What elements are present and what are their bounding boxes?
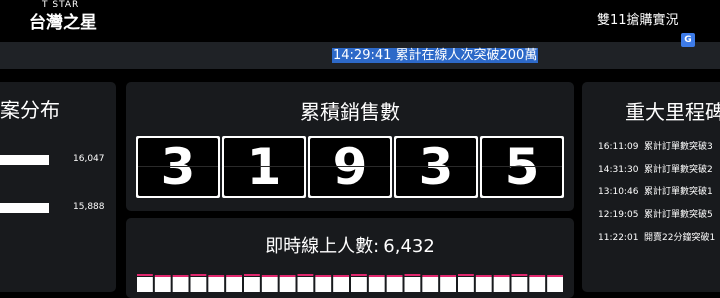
online-chart-bar-top [154,275,171,277]
milestone-text: 累計訂單數突破1 [644,187,713,197]
online-chart-bar-top [333,275,349,277]
counter-digit: 9 [308,136,392,198]
online-users-value: 6,432 [383,236,435,257]
online-users-chart [137,274,563,292]
milestone-text: 累計訂單數突破5 [644,210,713,220]
distribution-value: 15,888 [73,202,105,212]
top-header: T STAR 台灣之星 雙11搶購實況 [0,0,720,42]
brand-logo[interactable]: 台灣之星 [29,8,97,33]
sales-title: 累積銷售數 [300,100,400,124]
online-chart-bar-top [190,274,207,276]
sales-panel: 累積銷售數 3 1 9 3 5 [126,82,574,211]
milestone-time: 16:11:09 [598,142,639,152]
digit-divider [396,166,476,167]
digit-divider [138,166,218,167]
online-chart-bar-top [547,275,563,277]
distribution-bar [0,203,49,213]
counter-digit-value: 9 [310,138,390,196]
online-chart-bar-top [511,274,528,276]
online-chart-bar-top [458,274,474,276]
online-chart-bar-top [386,275,403,277]
counter-digit-value: 3 [396,138,476,196]
online-panel: 即時線上人數: 6,432 [126,218,574,298]
counter-digit-value: 1 [224,138,304,196]
online-chart-bar-top [422,275,439,277]
online-chart-bar-top [226,275,242,277]
online-users-heading: 即時線上人數: 6,432 [126,232,574,258]
milestone-text: 累計訂單數突破3 [644,142,713,152]
online-chart-bar-top [493,275,510,277]
milestone-text: 開賣22分鐘突破1 [644,233,716,243]
ticker-text[interactable]: 14:29:41 累計在線人次突破200萬 [332,48,539,63]
distribution-title: 案分布 [0,98,60,122]
news-ticker: 14:29:41 累計在線人次突破200萬 [0,42,720,69]
online-chart-bar-top [244,274,260,276]
milestone-item: 11:22:01 開賣22分鐘突破1 [598,230,715,243]
online-users-label: 即時線上人數: [265,236,380,257]
milestone-text: 累計訂單數突破2 [644,165,713,175]
sales-counter: 3 1 9 3 5 [136,136,564,198]
milestone-time: 14:31:30 [598,165,639,175]
milestone-item: 16:11:09 累計訂單數突破3 [598,139,713,152]
counter-digit: 5 [480,136,564,198]
online-chart-bar-top [261,275,278,277]
digit-divider [310,166,390,167]
online-chart-bar-top [440,275,456,277]
distribution-bar [0,155,49,165]
online-chart-bar-top [137,274,153,276]
counter-digit: 3 [136,136,220,198]
milestone-item: 13:10:46 累計訂單數突破1 [598,184,713,197]
distribution-value: 16,047 [73,154,105,164]
milestones-title: 重大里程碑 [625,100,720,124]
online-chart-bar-top [351,274,367,276]
counter-digit: 3 [394,136,478,198]
digit-divider [482,166,562,167]
online-chart-bar-top [172,275,189,277]
distribution-panel: 案分布 16,047 15,888 [0,82,116,292]
counter-digit: 1 [222,136,306,198]
counter-digit-value: 3 [138,138,218,196]
online-chart-bar-top [315,275,332,277]
online-chart-bar-top [404,274,421,276]
milestone-time: 11:22:01 [598,233,639,243]
online-chart-bar-top [297,274,314,276]
online-chart-bar-top [279,275,296,277]
milestones-panel: 重大里程碑 16:11:09 累計訂單數突破3 14:31:30 累計訂單數突破2 … [582,82,720,292]
page-title: 雙11搶購實況 [597,13,679,28]
counter-digit-value: 5 [482,138,562,196]
translate-icon[interactable]: G [681,33,695,47]
milestone-time: 12:19:05 [598,210,639,220]
digit-divider [224,166,304,167]
milestone-item: 12:19:05 累計訂單數突破5 [598,207,713,220]
online-chart-bar-top [208,275,225,277]
online-chart-bar-top [368,275,385,277]
milestone-time: 13:10:46 [598,187,639,197]
milestone-item: 14:31:30 累計訂單數突破2 [598,162,713,175]
online-chart-bar-top [475,275,492,277]
online-chart-bar-top [529,275,546,277]
